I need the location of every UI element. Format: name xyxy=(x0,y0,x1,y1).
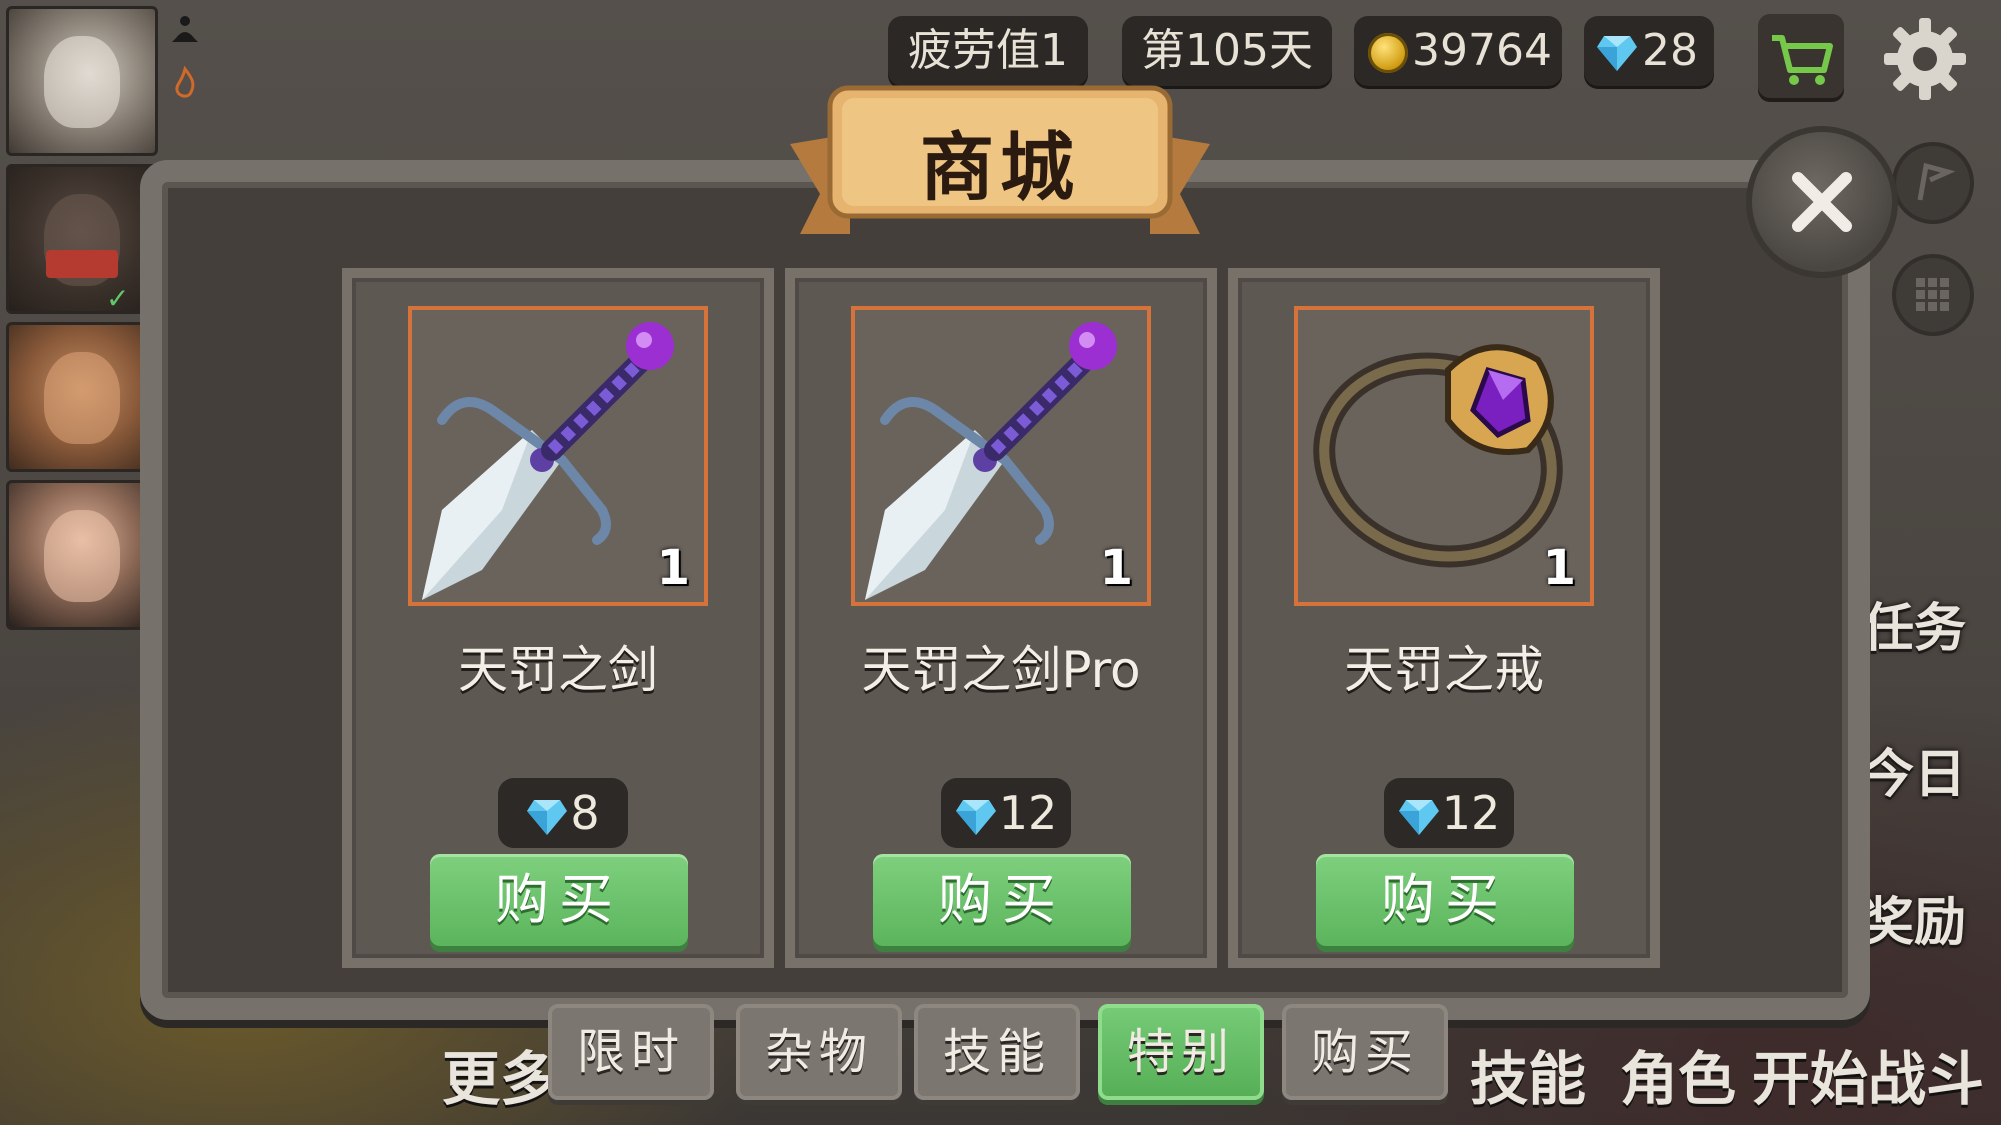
tab-special[interactable]: 特别 xyxy=(1098,1004,1264,1100)
shop-item-card: 1 天罚之剑 8 购买 xyxy=(342,268,774,968)
item-image-frame[interactable]: 1 xyxy=(851,306,1151,606)
tab-limited[interactable]: 限时 xyxy=(548,1004,714,1100)
check-icon: ✓ xyxy=(106,282,130,315)
buy-button[interactable]: 购买 xyxy=(430,854,688,946)
shop-title-banner: 商城 xyxy=(790,84,1210,234)
item-price: 8 xyxy=(570,786,600,840)
price-tag: 12 xyxy=(1384,778,1514,848)
settings-button[interactable] xyxy=(1880,14,1970,104)
tab-misc[interactable]: 杂物 xyxy=(736,1004,902,1100)
start-battle-label[interactable]: 开始战斗 xyxy=(1752,1032,1984,1116)
grid-icon xyxy=(1916,278,1949,311)
gold-display: 39764 xyxy=(1354,16,1562,86)
item-price: 12 xyxy=(1441,786,1501,840)
item-name: 天罚之剑 xyxy=(458,641,658,699)
gold-amount: 39764 xyxy=(1412,25,1552,76)
item-image-frame[interactable]: 1 xyxy=(408,306,708,606)
portrait-woman[interactable] xyxy=(6,480,158,630)
gold-coin-icon xyxy=(1368,33,1408,73)
diamond-icon xyxy=(1597,36,1637,71)
flame-icon xyxy=(175,66,195,98)
side-menu-reward[interactable]: 奖励 xyxy=(1862,880,1966,955)
item-name: 天罚之戒 xyxy=(1344,641,1544,699)
shop-title: 商城 xyxy=(920,125,1080,211)
bottom-skill-label[interactable]: 技能 xyxy=(1470,1032,1586,1116)
close-icon xyxy=(1792,172,1852,232)
diamond-icon xyxy=(1398,799,1439,835)
portrait-old-sage[interactable] xyxy=(6,6,158,156)
cart-icon xyxy=(1772,35,1833,85)
fatigue-display: 疲劳值1 xyxy=(888,16,1088,86)
buy-button[interactable]: 购买 xyxy=(873,854,1131,946)
bottom-role-label[interactable]: 角色 xyxy=(1620,1032,1736,1116)
item-price: 12 xyxy=(998,786,1058,840)
side-menu-task[interactable]: 任务 xyxy=(1862,586,1966,661)
flag-icon xyxy=(1917,162,1956,201)
tab-skills[interactable]: 技能 xyxy=(914,1004,1080,1100)
cart-button[interactable] xyxy=(1758,14,1844,98)
portrait-masked-rogue[interactable] xyxy=(6,164,158,314)
price-tag: 12 xyxy=(941,778,1071,848)
grid-menu-button[interactable] xyxy=(1896,258,1970,332)
day-display: 第105天 xyxy=(1122,16,1332,86)
shop-item-card: 1 天罚之剑Pro 12 购买 xyxy=(785,268,1217,968)
fatigue-text: 疲劳值1 xyxy=(908,25,1068,76)
close-button[interactable] xyxy=(1752,132,1892,272)
item-image-frame[interactable]: 1 xyxy=(1294,306,1594,606)
price-tag: 8 xyxy=(498,778,628,848)
meditate-icon xyxy=(172,16,198,42)
diamond-icon xyxy=(527,799,568,835)
item-name: 天罚之剑Pro xyxy=(861,641,1141,699)
side-menu-today[interactable]: 今日 xyxy=(1862,732,1966,807)
buy-button[interactable]: 购买 xyxy=(1316,854,1574,946)
gems-display: 28 xyxy=(1584,16,1714,86)
tab-buy[interactable]: 购买 xyxy=(1282,1004,1448,1100)
gear-icon xyxy=(1884,18,1966,100)
bottom-more-label[interactable]: 更多 xyxy=(442,1032,558,1116)
diamond-icon xyxy=(955,799,996,835)
item-count: 1 xyxy=(1099,540,1133,596)
flag-button[interactable] xyxy=(1896,146,1970,220)
day-text: 第105天 xyxy=(1141,25,1313,76)
gems-amount: 28 xyxy=(1642,25,1698,76)
item-count: 1 xyxy=(656,540,690,596)
shop-item-card: 1 天罚之戒 12 购买 xyxy=(1228,268,1660,968)
portrait-red-hair-warrior[interactable] xyxy=(6,322,158,472)
item-count: 1 xyxy=(1542,540,1576,596)
